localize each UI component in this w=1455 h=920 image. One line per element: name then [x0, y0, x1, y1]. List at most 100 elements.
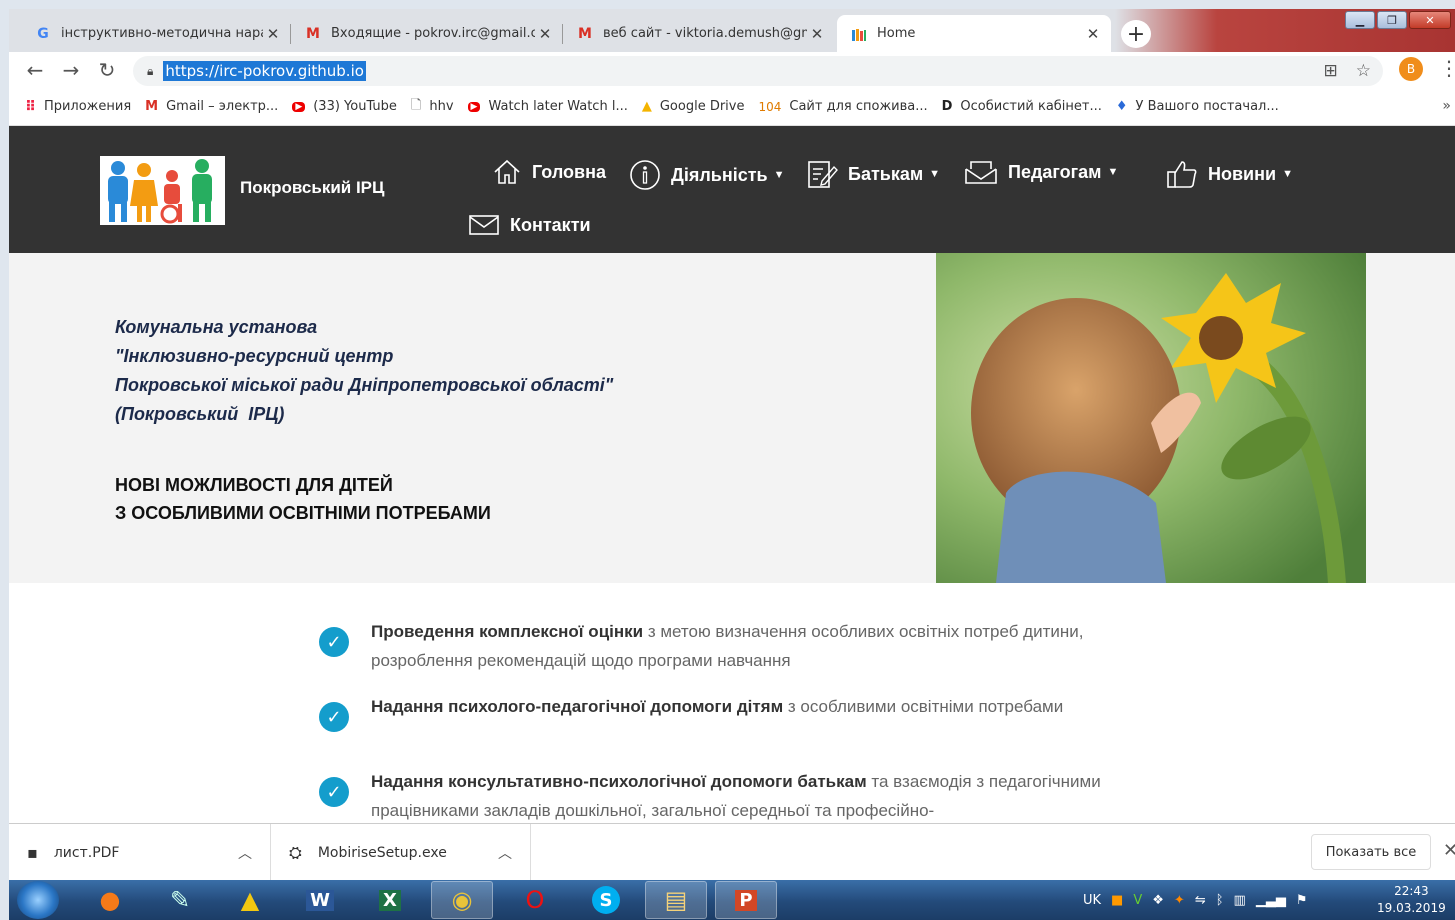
signal-icon[interactable]: ▁▃▅ [1256, 893, 1286, 908]
tab-title: інструктивно-методична нарад [61, 26, 263, 41]
page-icon: 🗋 [410, 97, 422, 113]
tray-device-icon[interactable]: ▥ [1234, 893, 1246, 908]
bookmark-label: Приложения [43, 99, 132, 114]
tab-website-mail[interactable]: M веб сайт - viktoria.demush@gm ✕ [563, 15, 835, 52]
close-window-icon[interactable]: ✕ [1409, 11, 1451, 29]
tab-inbox[interactable]: M Входящие - pokrov.irc@gmail.cc ✕ [291, 15, 563, 52]
bookmark-youtube[interactable]: ▶ (33) YouTube [292, 99, 397, 114]
caret-down-icon: ▼ [1282, 168, 1293, 180]
bookmark-personal-cabinet[interactable]: D Особистий кабінет... [942, 99, 1102, 114]
bookmark-hhv[interactable]: 🗋 hhv [411, 96, 454, 118]
google-icon: G [37, 25, 49, 42]
info-icon [629, 159, 661, 191]
installer-icon: ⛭ [289, 842, 302, 862]
close-icon[interactable]: ✕ [1443, 840, 1455, 861]
nav-contacts[interactable]: Контакти [468, 214, 591, 236]
site-logo[interactable] [100, 156, 225, 225]
caret-down-icon: ▼ [1107, 166, 1119, 178]
back-icon[interactable]: ← [17, 52, 53, 88]
close-icon[interactable]: ✕ [807, 25, 827, 43]
window-controls: ▁ ❐ ✕ [1345, 11, 1451, 29]
opera-icon[interactable]: O [504, 881, 566, 919]
menu-icon[interactable]: ⋮ [1439, 56, 1455, 80]
feature-item: ✓ Проведення комплексної оцінки з метою … [319, 617, 1119, 677]
address-bar[interactable]: 🔒︎ https://irc-pokrov.github.io ⊞ ☆ [133, 56, 1383, 86]
bookmark-label: Watch later Watch l... [488, 99, 628, 114]
nav-news[interactable]: Новини ▼ [1166, 159, 1293, 189]
youtube-icon: ▶ [292, 101, 306, 112]
feature-bold: Проведення комплексної оцінки [371, 622, 644, 641]
bookmark-label: У Вашого постачал... [1135, 99, 1279, 114]
feature-item: ✓ Надання психолого-педагогічної допомог… [319, 692, 1119, 752]
chevron-right-icon[interactable]: » [1442, 98, 1451, 114]
feature-text: Проведення комплексної оцінки з метою ви… [371, 617, 1131, 675]
hero-slogan: НОВІ МОЖЛИВОСТІ ДЛЯ ДІТЕЙ З ОСОБЛИВИМИ О… [115, 471, 491, 527]
tab-instructive[interactable]: G інструктивно-методична нарад ✕ [21, 15, 291, 52]
show-all-button[interactable]: Показать все [1311, 834, 1431, 870]
tray-usb-icon[interactable]: ⇋ [1195, 893, 1206, 908]
tab-home[interactable]: Home ✕ [837, 15, 1111, 52]
download-name: лист.PDF [53, 844, 120, 861]
pdf-file-icon: ▪ [27, 843, 38, 862]
gmail-icon: M [306, 25, 320, 42]
lock-icon: 🔒︎ [147, 63, 154, 78]
close-icon[interactable]: ✕ [1083, 25, 1103, 43]
tray-app-icon[interactable]: ■ [1111, 893, 1123, 908]
flag-icon[interactable]: ⚑ [1296, 893, 1308, 908]
org-line: (Покровський ІРЦ) [115, 404, 285, 424]
caret-down-icon: ▼ [773, 169, 785, 181]
nav-label: Батькам [848, 163, 924, 184]
drive-app-icon[interactable]: ▲ [219, 881, 281, 919]
bookmark-watch-later[interactable]: ▶ Watch later Watch l... [467, 99, 628, 114]
word-icon[interactable]: W [289, 881, 351, 919]
forward-icon[interactable]: → [53, 52, 89, 88]
bookmark-label: Google Drive [659, 99, 745, 114]
bookmark-supplier[interactable]: ♦ У Вашого постачал... [1116, 99, 1279, 114]
powerpoint-icon[interactable]: P [715, 881, 777, 919]
translate-icon[interactable]: ⊞ [1324, 61, 1338, 81]
bookmark-gmail[interactable]: M Gmail – электр... [145, 99, 278, 114]
feature-text: Надання консультативно-психологічної доп… [371, 767, 1131, 825]
nav-parents[interactable]: Батькам ▼ [806, 159, 940, 189]
close-icon[interactable]: ✕ [535, 25, 555, 43]
nav-teachers[interactable]: Педагогам ▼ [964, 159, 1118, 185]
system-clock[interactable]: 22:43 19.03.2019 [1377, 883, 1446, 917]
chrome-icon[interactable]: ◉ [431, 881, 493, 919]
nav-home[interactable]: Головна [492, 159, 606, 185]
close-icon[interactable]: ✕ [263, 25, 283, 43]
slogan-line: З ОСОБЛИВИМИ ОСВІТНІМИ ПОТРЕБАМИ [115, 503, 491, 523]
check-circle-icon: ✓ [319, 777, 349, 807]
site-brand[interactable]: Покровський ІРЦ [240, 178, 384, 198]
tray-network-icon[interactable]: ❖ [1152, 893, 1164, 908]
chevron-up-icon[interactable]: ︿ [498, 843, 512, 863]
reload-icon[interactable]: ↻ [89, 52, 125, 88]
minimize-icon[interactable]: ▁ [1345, 11, 1375, 29]
download-item[interactable]: ⛭ MobiriseSetup.exe ︿ [271, 824, 531, 881]
tray-v-icon[interactable]: V [1133, 893, 1142, 908]
bookmark-apps[interactable]: ⠿ Приложения [25, 99, 131, 115]
chevron-up-icon[interactable]: ︿ [238, 843, 252, 863]
tab-strip: G інструктивно-методична нарад ✕ M Входя… [9, 9, 1455, 52]
profile-avatar[interactable]: В [1399, 57, 1423, 81]
file-explorer-icon[interactable]: ▤ [645, 881, 707, 919]
browser-toolbar: ← → ↻ 🔒︎ https://irc-pokrov.github.io ⊞ … [9, 52, 1455, 88]
bookmark-google-drive[interactable]: ▲ Google Drive [642, 99, 745, 114]
firefox-icon[interactable]: ● [79, 881, 141, 919]
bookmark-star-icon[interactable]: ☆ [1356, 61, 1371, 81]
feature-rest: з особливими освітніми потребами [783, 697, 1064, 716]
bookmark-consumer-site[interactable]: 104 Сайт для спожива... [758, 99, 927, 114]
edit-document-icon [806, 159, 838, 189]
url-text[interactable]: https://irc-pokrov.github.io [163, 61, 366, 81]
check-circle-icon: ✓ [319, 702, 349, 732]
language-indicator[interactable]: UK [1083, 893, 1101, 908]
bluetooth-icon[interactable]: ᛒ [1216, 893, 1224, 908]
tray-tool-icon[interactable]: ✦ [1174, 893, 1185, 908]
excel-icon[interactable]: X [359, 881, 421, 919]
nav-activity[interactable]: Діяльність ▼ [629, 159, 784, 191]
maximize-icon[interactable]: ❐ [1377, 11, 1407, 29]
paint-icon[interactable]: ✎ [149, 881, 211, 919]
start-button[interactable] [17, 881, 59, 919]
download-item[interactable]: ▪ лист.PDF ︿ [9, 824, 271, 881]
skype-icon[interactable]: S [575, 881, 637, 919]
new-tab-button[interactable]: + [1121, 20, 1151, 48]
